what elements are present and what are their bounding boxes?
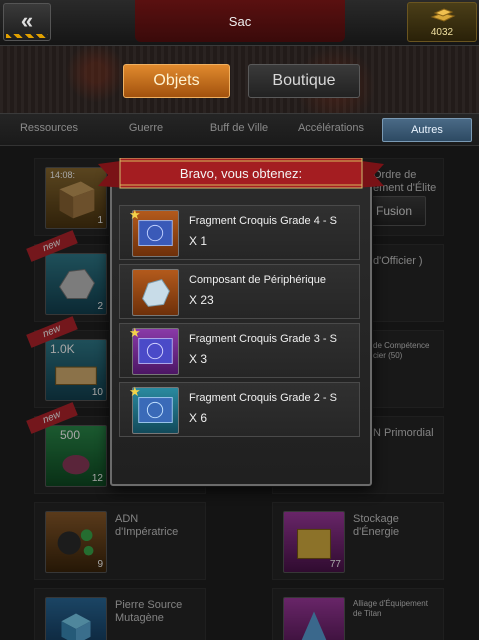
- reward-icon-frame: ★: [129, 384, 179, 434]
- double-chevron-left-icon: «: [20, 8, 34, 33]
- dialog-title: Bravo, vous obtenez:: [179, 166, 303, 181]
- reward-name: Fragment Croquis Grade 2 - S: [189, 392, 337, 404]
- subtab-accelerations[interactable]: Accélérations: [286, 122, 376, 134]
- reward-row: ★ Fragment Croquis Grade 3 - S X 3: [119, 323, 360, 378]
- top-bar: « Sac 4032: [0, 0, 479, 46]
- gold-counter[interactable]: 4032: [407, 2, 477, 42]
- back-button[interactable]: «: [3, 3, 51, 41]
- gold-amount: 4032: [430, 27, 454, 38]
- header-band: [0, 46, 479, 114]
- reward-row: Composant de Périphérique X 23: [119, 264, 360, 319]
- crystal-ore-icon: [142, 279, 170, 307]
- hazard-stripe: [6, 34, 48, 38]
- reward-row: ★ Fragment Croquis Grade 2 - S X 6: [119, 382, 360, 437]
- subtab-buff-de-ville[interactable]: Buff de Ville: [196, 122, 282, 134]
- tab-objets[interactable]: Objets: [123, 64, 230, 98]
- gold-bars-icon: [430, 8, 456, 22]
- reward-row: ★ Fragment Croquis Grade 4 - S X 1: [119, 205, 360, 260]
- star-icon: ★: [129, 325, 141, 340]
- star-icon: ★: [129, 384, 141, 399]
- reward-icon-frame: [132, 269, 179, 316]
- tab-boutique[interactable]: Boutique: [248, 64, 360, 98]
- reward-name: Composant de Périphérique: [189, 274, 326, 286]
- page-title: Sac: [228, 14, 252, 29]
- sub-tab-bar: Ressources Guerre Buff de Ville Accéléra…: [0, 114, 479, 146]
- subtab-autres[interactable]: Autres: [382, 118, 472, 142]
- reward-name: Fragment Croquis Grade 3 - S: [189, 333, 337, 345]
- reward-icon-frame: ★: [129, 325, 179, 375]
- star-icon: ★: [129, 207, 141, 222]
- reward-quantity: X 3: [189, 352, 208, 366]
- reward-icon-frame: ★: [129, 207, 179, 257]
- subtab-ressources[interactable]: Ressources: [6, 122, 92, 134]
- reward-quantity: X 1: [189, 234, 208, 248]
- reward-quantity: X 23: [189, 293, 214, 307]
- subtab-guerre[interactable]: Guerre: [108, 122, 184, 134]
- reward-name: Fragment Croquis Grade 4 - S: [189, 215, 337, 227]
- reward-quantity: X 6: [189, 411, 208, 425]
